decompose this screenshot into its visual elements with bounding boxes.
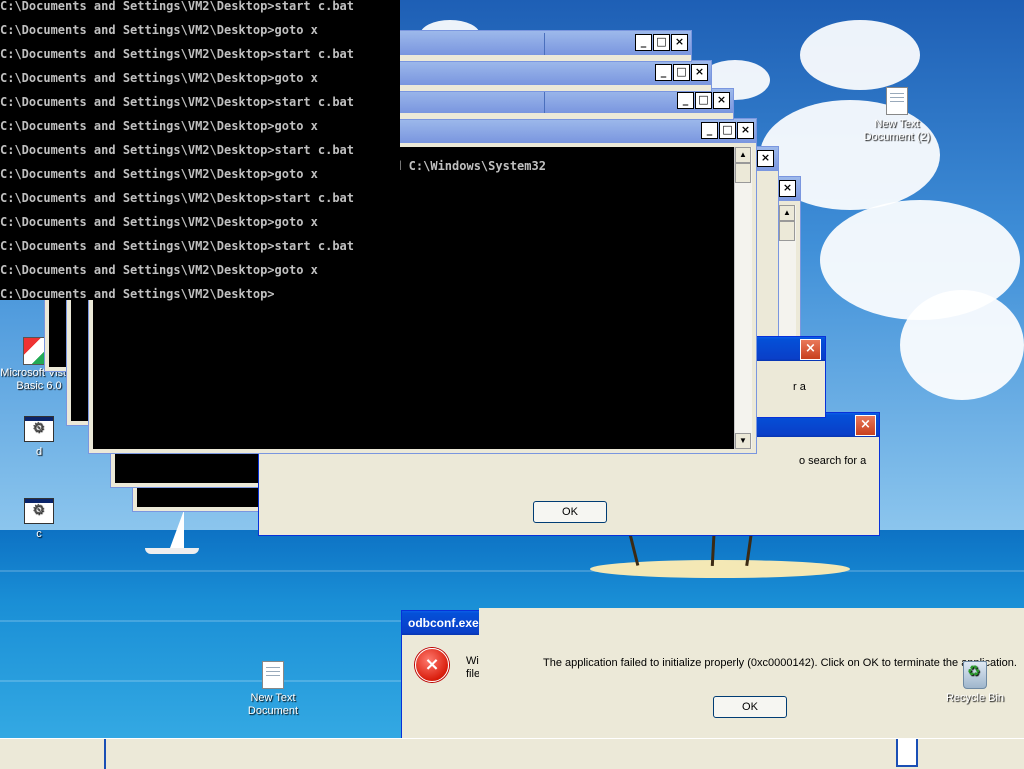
close-button[interactable]: ×: [757, 150, 774, 167]
cloud: [900, 290, 1024, 400]
console-line: C:\Documents and Settings\VM2\Desktop>st…: [0, 239, 355, 253]
error-icon: ×: [415, 648, 449, 682]
maximize-button[interactable]: □: [695, 92, 712, 109]
desktop-icon-recycle-bin[interactable]: Recycle Bin: [936, 658, 1014, 705]
console-line: C:\Documents and Settings\VM2\Desktop>go…: [0, 23, 318, 37]
maximize-button[interactable]: □: [719, 122, 736, 139]
desktop-icon-label: New Text Document: [247, 692, 299, 717]
minimize-button[interactable]: _: [655, 64, 672, 81]
console-line: C:\Documents and Settings\VM2\Desktop>: [0, 287, 275, 301]
cloud: [800, 20, 920, 90]
recycle-bin-icon: [963, 661, 987, 689]
console-line: cd C:\Windows\System32: [387, 159, 546, 173]
sailboat-hull: [145, 548, 199, 554]
dialog-title: odbconf.exe: [408, 616, 479, 630]
dialog-message-fragment: o search for a: [799, 455, 867, 467]
taskbar[interactable]: [0, 738, 1024, 769]
sailboat: [170, 510, 184, 548]
desktop-icon-label: Recycle Bin: [945, 692, 1005, 704]
taskbar-separator: [104, 739, 106, 769]
close-button[interactable]: ×: [671, 34, 688, 51]
console-line: C:\Documents and Settings\VM2\Desktop>st…: [0, 0, 355, 13]
console-line: C:\Documents and Settings\VM2\Desktop>st…: [0, 191, 355, 205]
batch-file-icon: [24, 416, 54, 442]
dialog-message-fragment: Wi: [466, 655, 479, 667]
ok-button[interactable]: OK: [713, 696, 787, 718]
desktop-icon-label: New Text Document (2): [863, 118, 931, 143]
scroll-up-arrow[interactable]: ▲: [779, 205, 795, 221]
console-line: C:\Documents and Settings\VM2\Desktop>go…: [0, 263, 318, 277]
island: [590, 560, 850, 578]
console-main[interactable]: C:\Documents and Settings\VM2\Desktop>st…: [0, 0, 400, 300]
minimize-button[interactable]: _: [701, 122, 718, 139]
scroll-thumb[interactable]: [779, 221, 795, 241]
console-line: C:\Documents and Settings\VM2\Desktop>go…: [0, 71, 318, 85]
close-button[interactable]: ×: [737, 122, 754, 139]
minimize-button[interactable]: _: [677, 92, 694, 109]
vertical-scrollbar[interactable]: ▲ ▼: [734, 147, 752, 449]
maximize-button[interactable]: □: [673, 64, 690, 81]
scroll-down-arrow[interactable]: ▼: [735, 433, 751, 449]
desktop-icon-label: d: [35, 446, 43, 458]
desktop-icon-c[interactable]: c: [0, 494, 78, 541]
scroll-thumb[interactable]: [735, 163, 751, 183]
ok-button[interactable]: OK: [533, 501, 607, 523]
dialog-message-fragment: file: [466, 668, 481, 680]
batch-file-icon: [24, 498, 54, 524]
close-button[interactable]: ×: [691, 64, 708, 81]
dialog-message-fragment: r a: [793, 381, 806, 393]
close-button[interactable]: ×: [800, 339, 821, 360]
console-line: C:\Documents and Settings\VM2\Desktop>go…: [0, 167, 318, 181]
close-button[interactable]: ×: [855, 415, 876, 436]
text-document-icon: [886, 87, 908, 115]
close-button[interactable]: ×: [713, 92, 730, 109]
scroll-up-arrow[interactable]: ▲: [735, 147, 751, 163]
console-line: C:\Documents and Settings\VM2\Desktop>go…: [0, 215, 318, 229]
text-document-icon: [262, 661, 284, 689]
taskbar-tray-button[interactable]: [896, 739, 918, 767]
console-line: C:\Documents and Settings\VM2\Desktop>st…: [0, 47, 355, 61]
desktop-icon-label: c: [36, 528, 42, 540]
minimize-button[interactable]: _: [635, 34, 652, 51]
desktop-icon-new-text-document[interactable]: New Text Document: [234, 658, 312, 718]
maximize-button[interactable]: □: [653, 34, 670, 51]
close-button[interactable]: ×: [779, 180, 796, 197]
console-line: C:\Documents and Settings\VM2\Desktop>st…: [0, 143, 355, 157]
console-line: C:\Documents and Settings\VM2\Desktop>st…: [0, 95, 355, 109]
desktop-icon-new-text-document-2[interactable]: New Text Document (2): [858, 84, 936, 144]
console-line: C:\Documents and Settings\VM2\Desktop>go…: [0, 119, 318, 133]
